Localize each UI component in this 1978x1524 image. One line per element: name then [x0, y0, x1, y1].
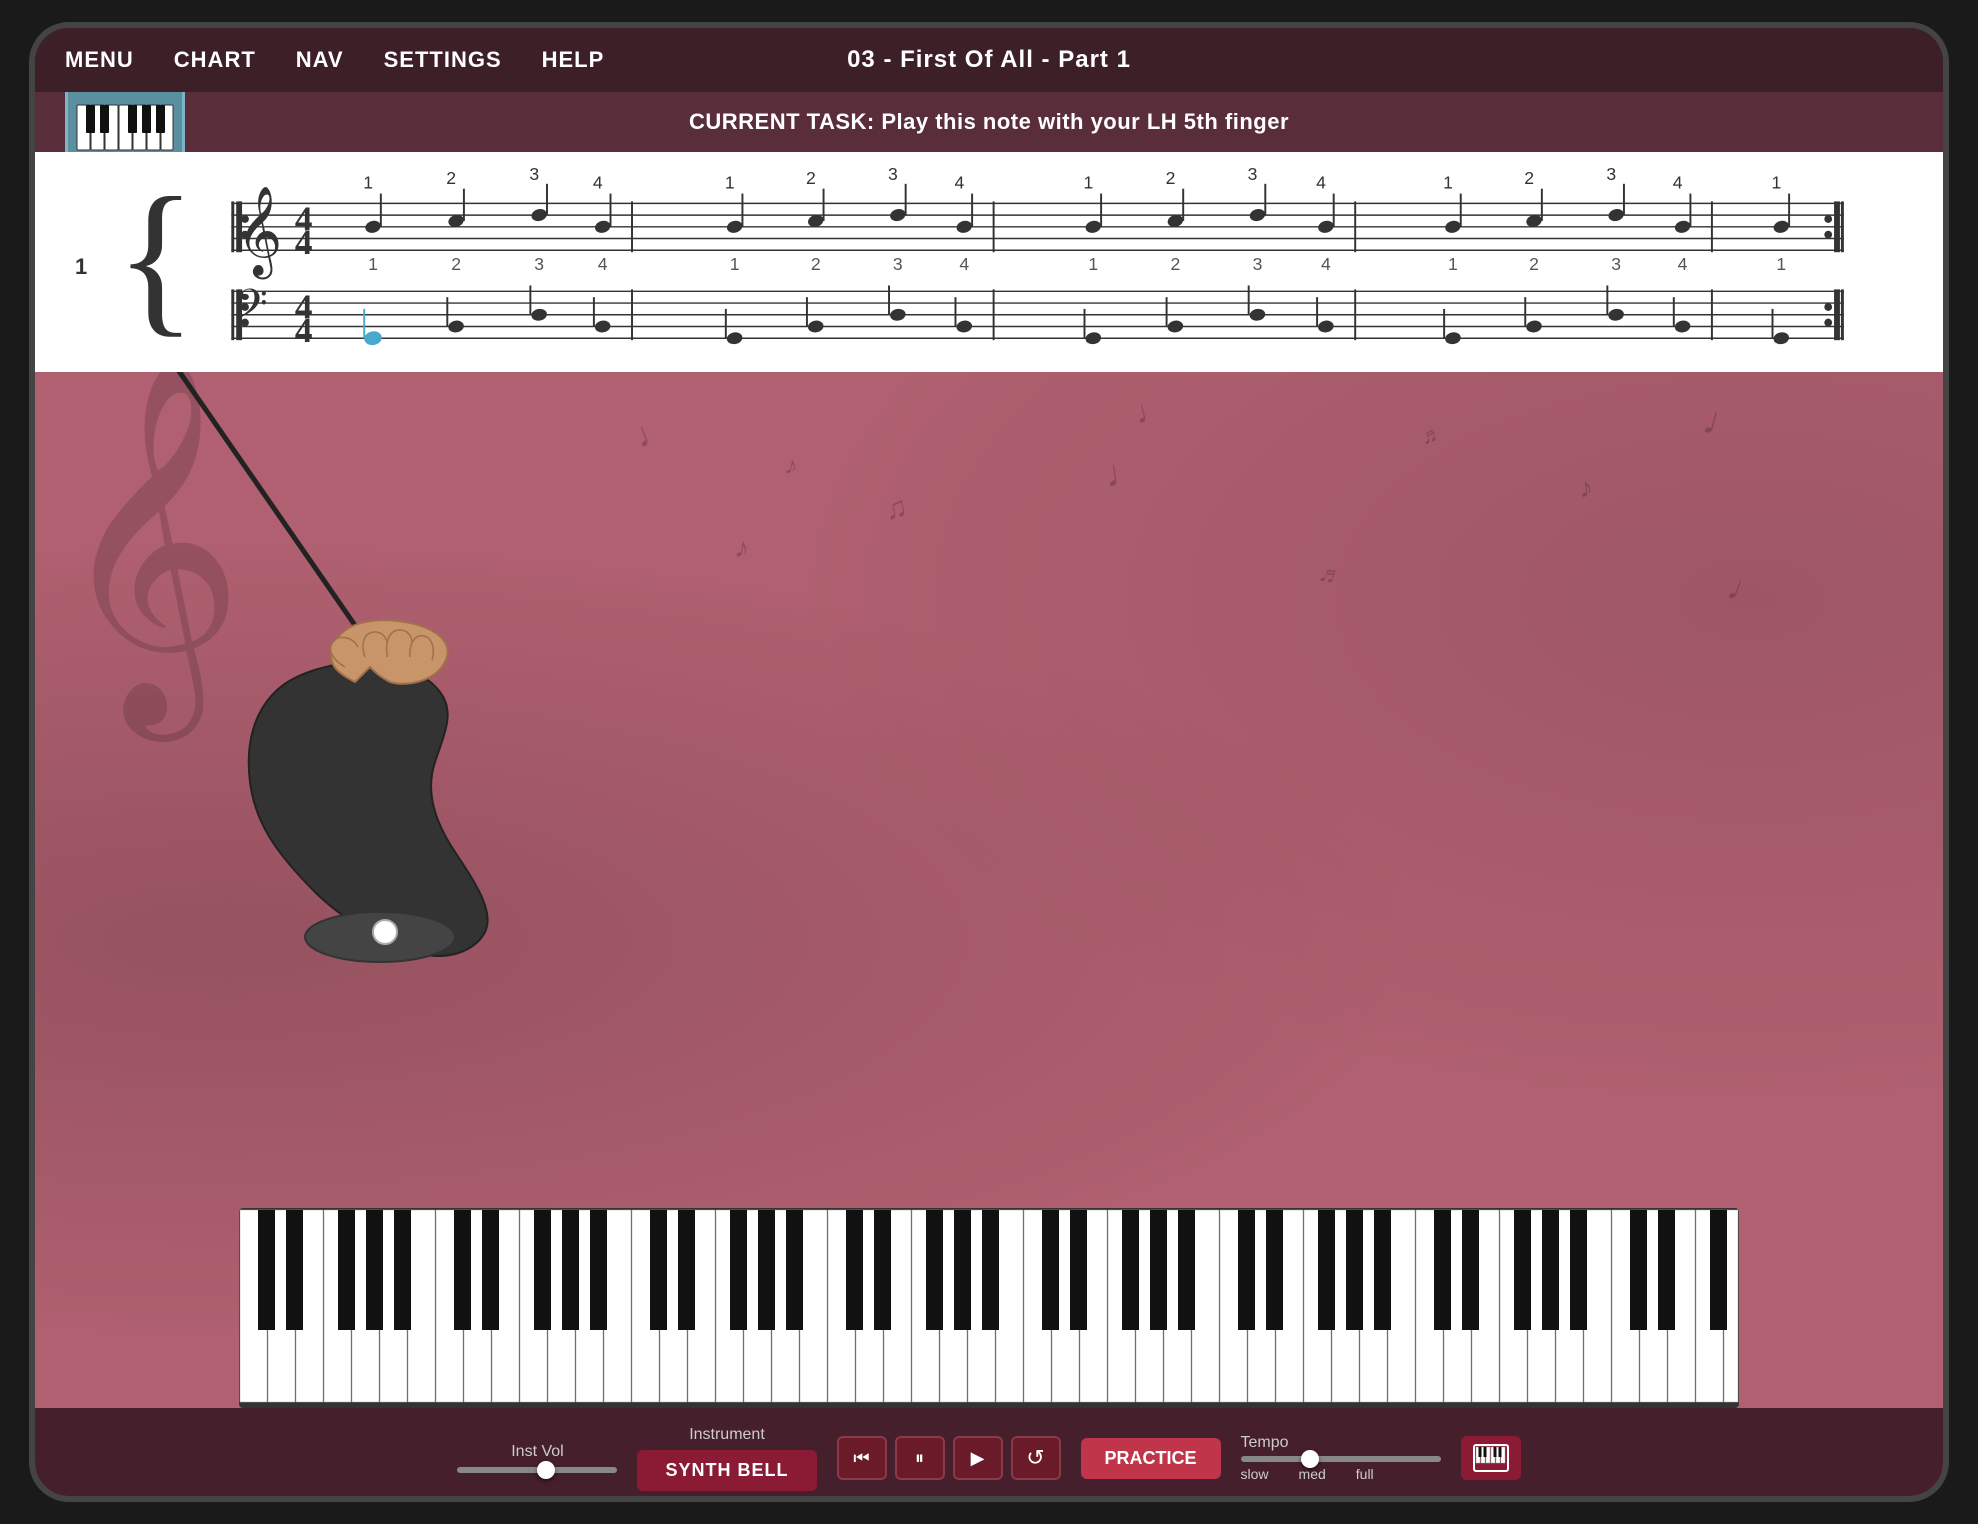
- sheet-area: 1 { 𝄞 4 4 𝄢 4 4: [35, 152, 1943, 372]
- keyboard-toggle-button[interactable]: [1461, 1436, 1521, 1480]
- svg-text:4: 4: [294, 311, 312, 350]
- svg-text:3: 3: [1252, 254, 1262, 274]
- staff-brace: {: [115, 172, 197, 342]
- svg-text:4: 4: [1672, 173, 1682, 193]
- measure-number: 1: [75, 254, 87, 280]
- svg-text:4: 4: [1677, 254, 1687, 274]
- tempo-label: Tempo: [1241, 1434, 1289, 1452]
- svg-text:2: 2: [1524, 168, 1534, 188]
- piano-keyboard-svg[interactable]: [239, 1208, 1739, 1408]
- svg-text:3: 3: [534, 254, 544, 274]
- svg-text:2: 2: [1165, 168, 1175, 188]
- svg-text:4: 4: [954, 173, 964, 193]
- svg-text:4: 4: [593, 173, 603, 193]
- sheet-music: 𝄞 4 4 𝄢 4 4: [202, 162, 1863, 362]
- menu-nav[interactable]: MENU: [65, 47, 134, 73]
- svg-text:2: 2: [810, 254, 820, 274]
- bottom-controls: Inst Vol Instrument SYNTH BELL ⏮ ⏸ ▶ ↺ P…: [35, 1408, 1943, 1502]
- svg-text:4: 4: [1321, 254, 1331, 274]
- svg-text:1: 1: [1083, 173, 1093, 193]
- svg-text:3: 3: [893, 254, 903, 274]
- nav-nav[interactable]: NAV: [296, 47, 344, 73]
- svg-text:1: 1: [729, 254, 739, 274]
- piano-keyboard-container: [239, 1208, 1739, 1408]
- piano-icon: [75, 100, 175, 155]
- tempo-slow: slow: [1241, 1466, 1269, 1482]
- rewind-button[interactable]: ⏮: [837, 1436, 887, 1480]
- tempo-labels: slow med full: [1241, 1466, 1374, 1482]
- task-bar: CURRENT TASK: Play this note with your L…: [35, 92, 1943, 152]
- svg-text:1: 1: [1448, 254, 1458, 274]
- device-frame: MENU CHART NAV SETTINGS HELP 03 - First …: [29, 22, 1949, 1502]
- svg-text:3: 3: [1606, 164, 1616, 184]
- pause-button[interactable]: ⏸: [895, 1436, 945, 1480]
- svg-text:1: 1: [368, 254, 378, 274]
- svg-text:2: 2: [446, 168, 456, 188]
- svg-text:1: 1: [1776, 254, 1786, 274]
- task-text: CURRENT TASK: Play this note with your L…: [689, 109, 1289, 135]
- svg-text:2: 2: [806, 168, 816, 188]
- svg-text:3: 3: [1247, 164, 1257, 184]
- help-nav[interactable]: HELP: [542, 47, 605, 73]
- instrument-button[interactable]: SYNTH BELL: [637, 1450, 816, 1491]
- svg-text:1: 1: [1088, 254, 1098, 274]
- conductor-arm: [95, 372, 645, 972]
- svg-text:4: 4: [294, 223, 312, 262]
- keyboard-icon: [1473, 1444, 1509, 1472]
- svg-text:4: 4: [1316, 173, 1326, 193]
- settings-nav[interactable]: SETTINGS: [384, 47, 502, 73]
- transport-controls: ⏮ ⏸ ▶ ↺: [837, 1436, 1061, 1480]
- tempo-slider[interactable]: [1241, 1456, 1441, 1462]
- svg-text:1: 1: [724, 173, 734, 193]
- svg-text:1: 1: [1771, 173, 1781, 193]
- practice-button[interactable]: PRACTICE: [1081, 1438, 1221, 1479]
- svg-text:1: 1: [363, 173, 373, 193]
- play-button[interactable]: ▶: [953, 1436, 1003, 1480]
- tempo-full: full: [1356, 1466, 1374, 1482]
- inst-vol-slider[interactable]: [457, 1467, 617, 1473]
- chart-nav[interactable]: CHART: [174, 47, 256, 73]
- svg-text:2: 2: [1529, 254, 1539, 274]
- instrument-group: Instrument SYNTH BELL: [637, 1426, 816, 1491]
- svg-text:4: 4: [597, 254, 607, 274]
- inst-vol-group: Inst Vol: [457, 1443, 617, 1473]
- tempo-med: med: [1299, 1466, 1326, 1482]
- instrument-label: Instrument: [689, 1426, 765, 1444]
- tempo-group: Tempo slow med full: [1241, 1434, 1441, 1482]
- top-nav: MENU CHART NAV SETTINGS HELP 03 - First …: [35, 28, 1943, 92]
- svg-text:3: 3: [1611, 254, 1621, 274]
- page-title: 03 - First Of All - Part 1: [847, 46, 1131, 74]
- inst-vol-label: Inst Vol: [511, 1443, 563, 1461]
- main-bg: 𝄞 ♩ ♪ ♫ ♩ ♪ ♩ ♬ ♪ ♩ ♬ ♩: [35, 372, 1943, 1502]
- svg-text:3: 3: [888, 164, 898, 184]
- svg-text:2: 2: [451, 254, 461, 274]
- svg-text:1: 1: [1443, 173, 1453, 193]
- svg-text:2: 2: [1170, 254, 1180, 274]
- svg-text:3: 3: [529, 164, 539, 184]
- loop-button[interactable]: ↺: [1011, 1436, 1061, 1480]
- svg-text:4: 4: [959, 254, 969, 274]
